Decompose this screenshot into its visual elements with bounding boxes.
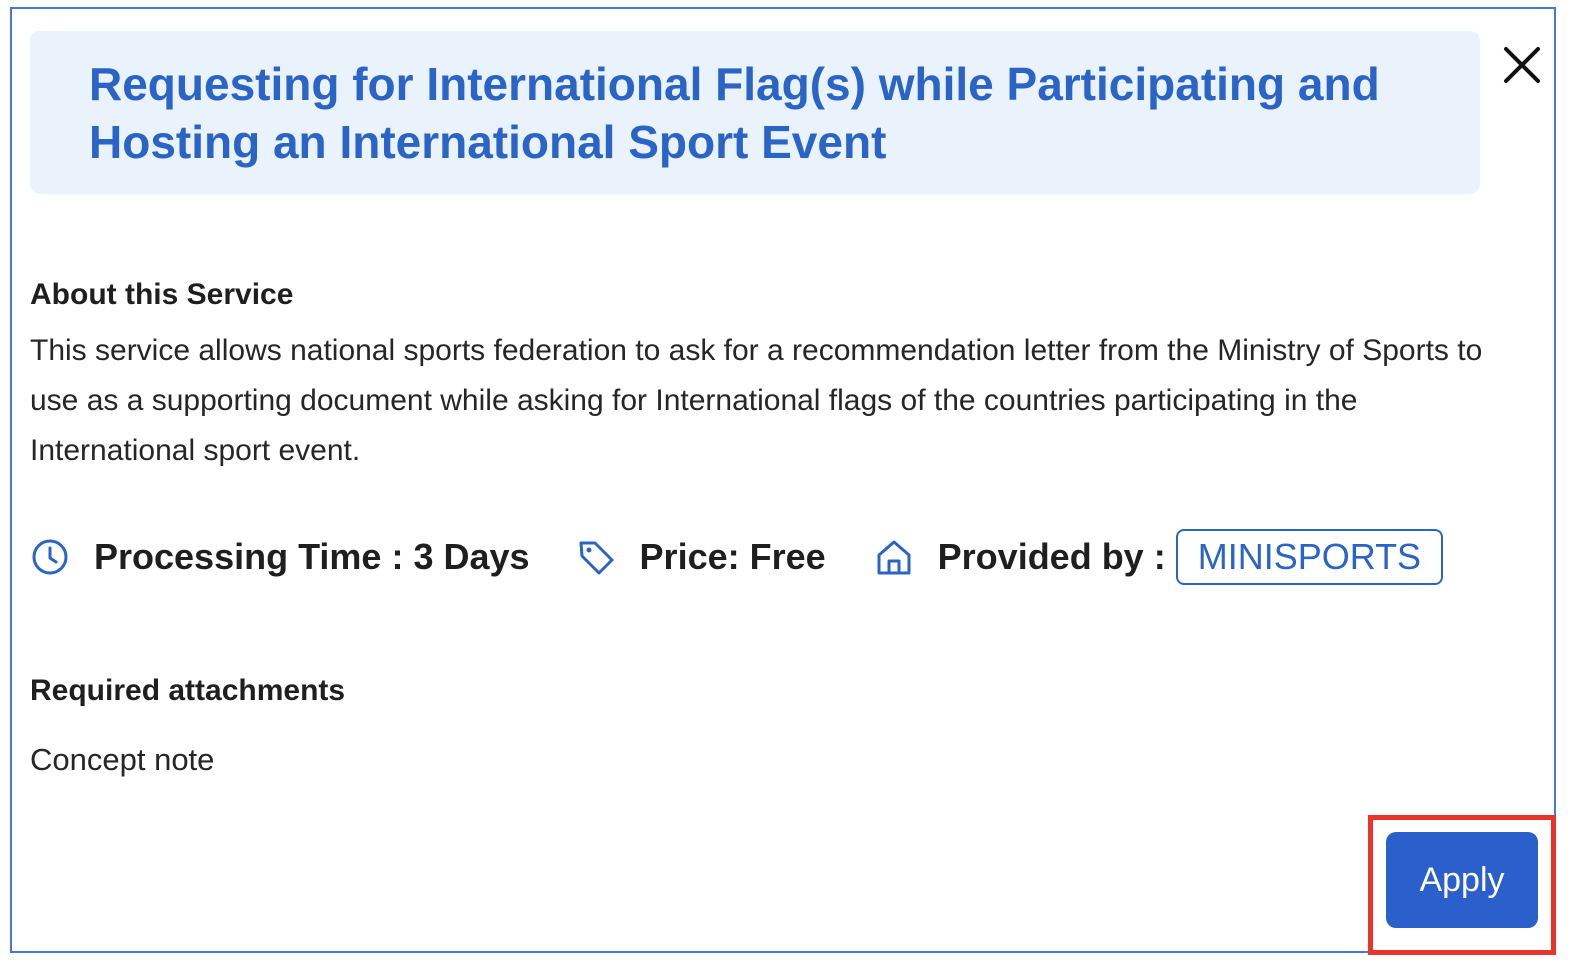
close-icon (1504, 47, 1540, 83)
home-icon (874, 537, 914, 577)
tag-icon (576, 537, 616, 577)
about-description: This service allows national sports fede… (30, 334, 1483, 467)
provided-by-label: Provided by : (937, 536, 1166, 577)
apply-button[interactable]: Apply (1386, 832, 1538, 928)
service-details-dialog: Requesting for International Flag(s) whi… (10, 7, 1556, 955)
close-button[interactable] (1500, 43, 1544, 87)
dialog-title: Requesting for International Flag(s) whi… (89, 58, 1380, 168)
attachment-item: Concept note (30, 742, 215, 777)
service-meta-row: Processing Time : 3 Days Price: Free Pro… (30, 527, 1444, 587)
title-banner: Requesting for International Flag(s) whi… (30, 31, 1480, 194)
price: Price: Free (639, 536, 826, 577)
about-heading: About this Service (30, 278, 294, 311)
provider-badge[interactable]: MINISPORTS (1175, 529, 1444, 585)
processing-time: Processing Time : 3 Days (94, 536, 530, 577)
attachments-heading: Required attachments (30, 674, 346, 707)
clock-icon (30, 537, 70, 577)
